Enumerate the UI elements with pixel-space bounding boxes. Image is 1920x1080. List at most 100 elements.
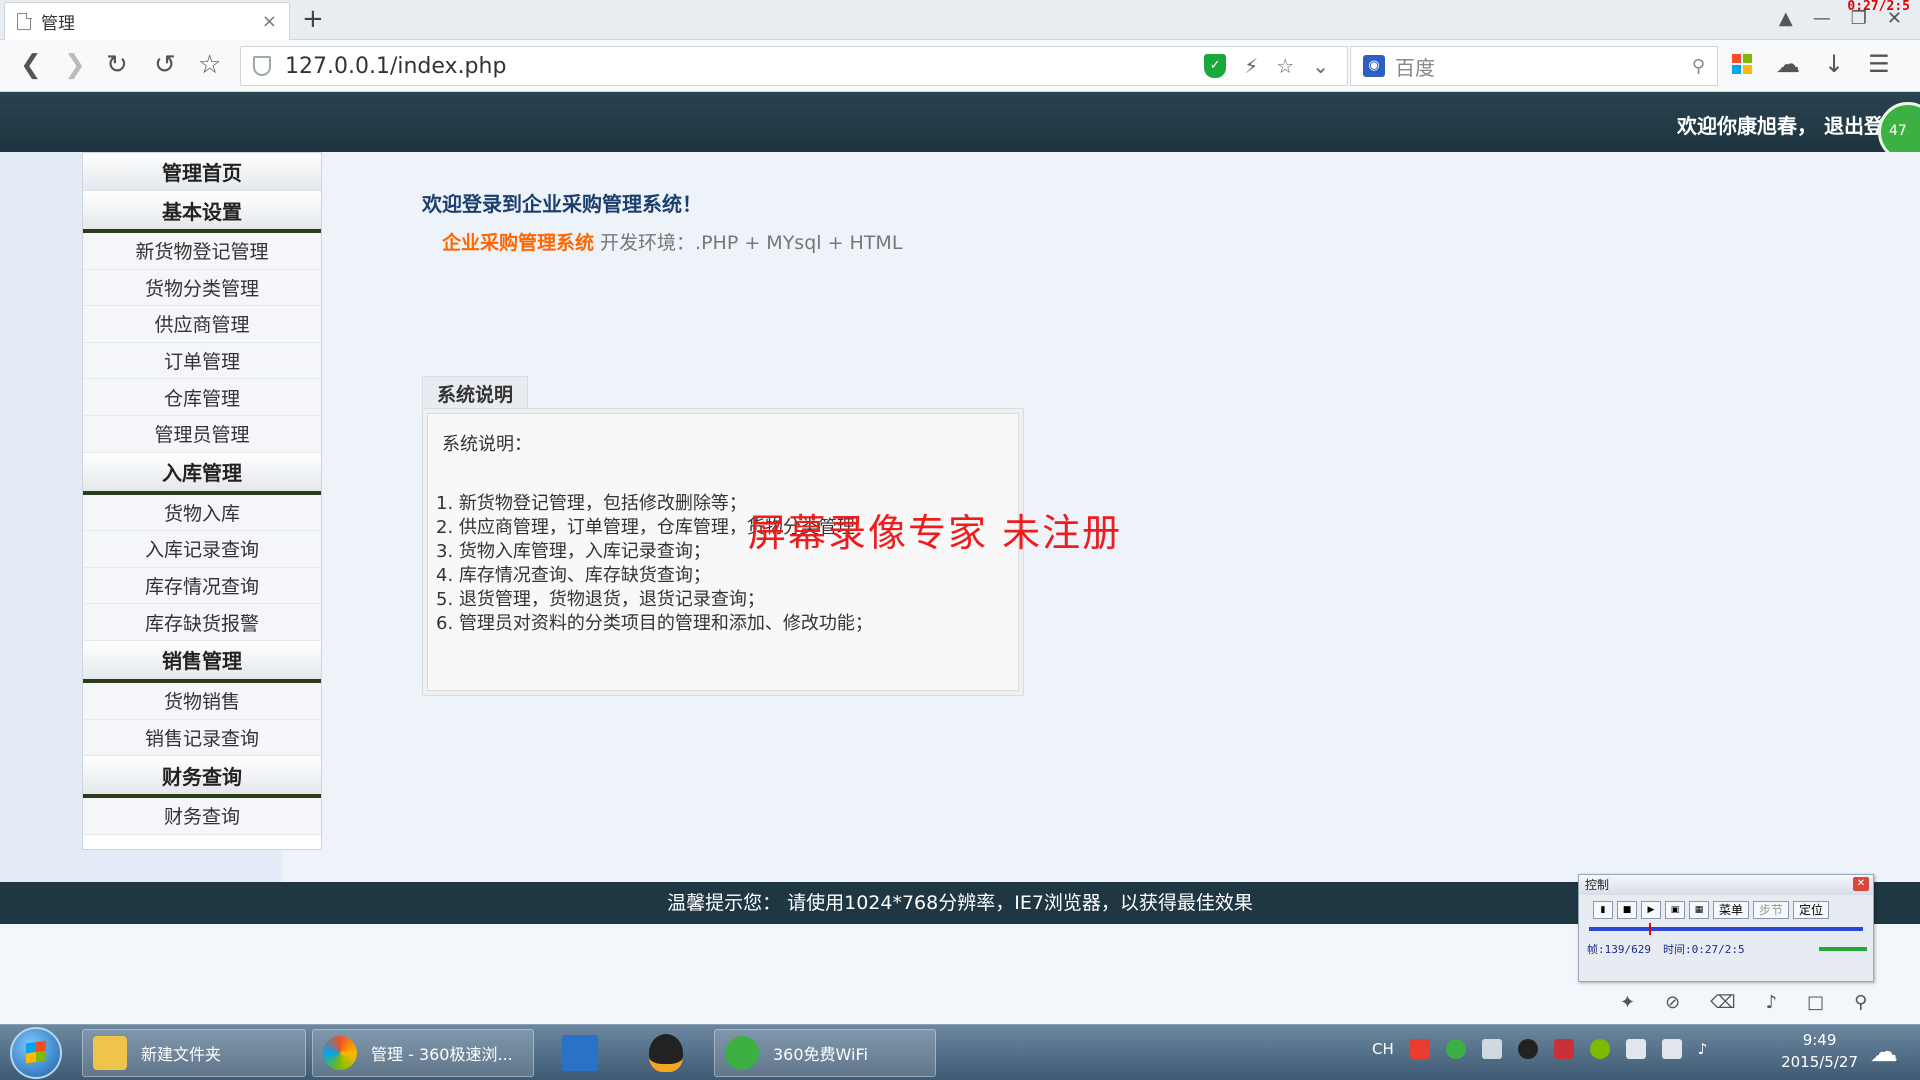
page-icon	[17, 12, 32, 30]
taskbar-item-label: 新建文件夹	[141, 1045, 222, 1064]
new-tab-button[interactable]: +	[302, 4, 324, 34]
taskbar-item-browser[interactable]: 管理 - 360极速浏...	[312, 1029, 534, 1077]
recorder-step-button[interactable]: 步节	[1753, 901, 1789, 919]
sidebar-item-order[interactable]: 订单管理	[83, 342, 321, 380]
undo-icon[interactable]: ↺	[154, 50, 176, 80]
back-icon[interactable]: ❮	[20, 50, 42, 80]
recorder-info: 帧:139/629 时间:0:27/2:5	[1579, 931, 1873, 957]
taskbar-pin-qq[interactable]	[638, 1031, 694, 1075]
lightning-icon[interactable]: ⚡	[1244, 54, 1258, 78]
taskbar-item-label: 管理 - 360极速浏...	[371, 1045, 513, 1064]
sidebar-item-admin[interactable]: 管理员管理	[83, 415, 321, 453]
recorder-progress-slider[interactable]	[1589, 923, 1863, 935]
page-subtitle: 企业采购管理系统 开发环境：.PHP + MYsql + HTML	[442, 228, 902, 255]
browser-tab[interactable]: 管理 ×	[4, 2, 290, 40]
recorder-stop-button[interactable]: ■	[1617, 901, 1637, 919]
tray-recorder-icon[interactable]	[1553, 1039, 1574, 1059]
minimize-icon[interactable]: —	[1813, 8, 1831, 29]
tray-wifi-icon[interactable]	[1445, 1039, 1466, 1059]
recorder-fullscreen-button[interactable]: ▦	[1689, 901, 1709, 919]
tray-qq-icon[interactable]	[1517, 1039, 1538, 1059]
recorder-window-button[interactable]: ▣	[1665, 901, 1685, 919]
page-title: 欢迎登录到企业采购管理系统！	[422, 192, 702, 216]
tray-volume-icon[interactable]: ♪	[1698, 1040, 1708, 1058]
search-input[interactable]: 百度	[1395, 52, 1692, 81]
forward-icon[interactable]: ❯	[64, 50, 86, 80]
sogou-icon[interactable]	[1409, 1039, 1430, 1059]
taskbar-item-wifi[interactable]: 360免费WiFi	[714, 1029, 936, 1077]
window-icon[interactable]: □	[1807, 992, 1824, 1013]
taskbar: 新建文件夹 管理 - 360极速浏... 360免费WiFi CH ♪ 9:49…	[0, 1024, 1920, 1080]
sidebar-item-supplier[interactable]: 供应商管理	[83, 306, 321, 343]
security-shield-icon[interactable]: ✓	[1204, 54, 1227, 78]
recorder-pause-button[interactable]: ▮	[1593, 901, 1613, 919]
sidebar: 管理首页 基本设置 新货物登记管理 货物分类管理 供应商管理 订单管理 仓库管理…	[82, 152, 322, 850]
taskbar-clock[interactable]: 9:49 2015/5/27	[1781, 1029, 1858, 1073]
search-icon[interactable]: ⚲	[1692, 56, 1705, 77]
browser-icon	[323, 1036, 357, 1070]
tray-360-icon[interactable]	[1589, 1039, 1610, 1059]
list-item: 6. 管理员对资料的分类项目的管理和添加、修改功能；	[436, 613, 873, 634]
taskbar-item-label: 360免费WiFi	[773, 1045, 868, 1064]
tray-network-icon[interactable]	[1661, 1039, 1682, 1059]
volume-icon[interactable]: ♪	[1766, 992, 1778, 1013]
address-bar[interactable]: 127.0.0.1/index.php ✓ ⚡ ☆ ⌄	[240, 46, 1348, 86]
block-icon[interactable]: ⊘	[1665, 992, 1680, 1013]
explorer-icon	[562, 1035, 598, 1071]
clock-date: 2015/5/27	[1781, 1053, 1858, 1071]
wifi-icon	[725, 1036, 759, 1070]
sidebar-item-stock-alert[interactable]: 库存缺货报警	[83, 604, 321, 641]
sidebar-item-stock-status[interactable]: 库存情况查询	[83, 567, 321, 605]
recorder-play-button[interactable]: ▶	[1641, 901, 1661, 919]
menu-icon[interactable]: ☰	[1868, 50, 1890, 78]
recorder-title-bar[interactable]: 控制 ✕	[1579, 875, 1873, 895]
trash-icon[interactable]: ⌫	[1710, 992, 1735, 1013]
shield-icon	[253, 56, 271, 76]
sidebar-head-basic[interactable]: 基本设置	[83, 191, 321, 233]
start-button[interactable]	[10, 1027, 62, 1079]
cloud-icon[interactable]: ☁	[1776, 50, 1800, 78]
recorder-window[interactable]: 控制 ✕ ▮ ■ ▶ ▣ ▦ 菜单 步节 定位 帧:139/629 时间:0:2…	[1578, 874, 1874, 982]
recorder-locate-button[interactable]: 定位	[1793, 901, 1829, 919]
weather-icon[interactable]: ☁	[1870, 1035, 1906, 1068]
recorder-menu-button[interactable]: 菜单	[1713, 901, 1749, 919]
list-item: 4. 库存情况查询、库存缺货查询；	[436, 565, 711, 586]
taskbar-pin-explorer[interactable]	[552, 1031, 608, 1075]
favorite-star-icon[interactable]: ☆	[1276, 54, 1294, 78]
star-icon[interactable]: ☆	[198, 50, 221, 80]
baidu-icon: ◉	[1363, 55, 1385, 77]
search-box[interactable]: ◉ 百度 ⚲	[1350, 46, 1718, 86]
sidebar-item-goods-inbound[interactable]: 货物入库	[83, 494, 321, 532]
sidebar-item-finance-query[interactable]: 财务查询	[83, 798, 321, 835]
sidebar-item-goods-register[interactable]: 新货物登记管理	[83, 233, 321, 270]
panel-intro: 系统说明：	[442, 434, 532, 455]
zoom-icon[interactable]: ⚲	[1854, 992, 1867, 1013]
sidebar-item-goods-sales[interactable]: 货物销售	[83, 682, 321, 720]
sidebar-head-inbound[interactable]: 入库管理	[83, 452, 321, 495]
tray-window-icon[interactable]	[1481, 1039, 1502, 1059]
sidebar-head-finance[interactable]: 财务查询	[83, 756, 321, 799]
download-icon[interactable]: ↓	[1824, 50, 1844, 78]
qq-icon	[649, 1034, 683, 1072]
tray-device-icon[interactable]	[1625, 1039, 1646, 1059]
skin-icon[interactable]: ▲	[1779, 8, 1793, 29]
sidebar-head-home[interactable]: 管理首页	[83, 153, 321, 191]
sidebar-head-sales[interactable]: 销售管理	[83, 640, 321, 683]
reload-icon[interactable]: ↻	[106, 50, 128, 80]
recorder-close-icon[interactable]: ✕	[1853, 877, 1869, 891]
volume-slider[interactable]	[1819, 947, 1867, 951]
pin-icon[interactable]: ✦	[1620, 992, 1635, 1013]
sidebar-item-sales-records[interactable]: 销售记录查询	[83, 719, 321, 757]
sidebar-item-goods-category[interactable]: 货物分类管理	[83, 269, 321, 307]
taskbar-item-folder[interactable]: 新建文件夹	[82, 1029, 306, 1077]
apps-icon[interactable]	[1732, 54, 1752, 74]
language-indicator[interactable]: CH	[1372, 1040, 1394, 1058]
welcome-user-text[interactable]: 欢迎你康旭春， 退出登陆	[1677, 110, 1904, 139]
panel-tab[interactable]: 系统说明	[422, 376, 528, 410]
sidebar-item-warehouse[interactable]: 仓库管理	[83, 379, 321, 416]
sidebar-item-inbound-records[interactable]: 入库记录查询	[83, 531, 321, 568]
browser-tabbar: 管理 × + ▲ — ❐ ✕ 0:27/2:5	[0, 0, 1920, 40]
dropdown-icon[interactable]: ⌄	[1312, 54, 1329, 78]
url-text[interactable]: 127.0.0.1/index.php	[285, 54, 1204, 79]
tab-close-icon[interactable]: ×	[262, 11, 277, 32]
